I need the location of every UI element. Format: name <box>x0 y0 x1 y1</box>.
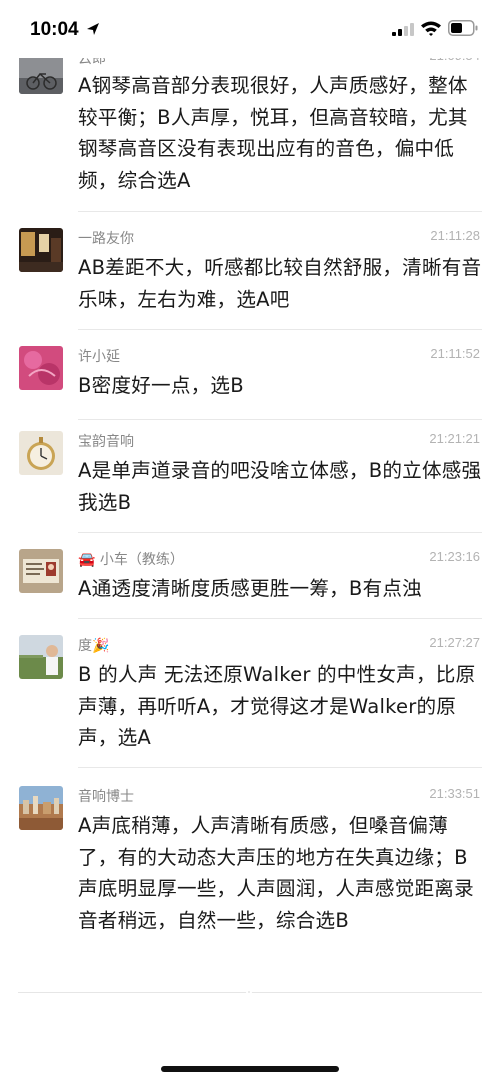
comment-feed: 云郎 21:09:54 A钢琴高音部分表现很好，人声质感好，整体较平衡；B人声厚… <box>0 0 500 1082</box>
comment-author[interactable]: 音响博士 <box>78 786 134 806</box>
avatar[interactable] <box>19 635 63 679</box>
comment-author[interactable]: 许小延 <box>78 346 120 366</box>
status-time: 10:04 <box>30 19 79 40</box>
avatar[interactable] <box>19 431 63 475</box>
end-of-list-dot <box>246 989 252 995</box>
comment-time: 21:27:27 <box>429 635 480 650</box>
status-bar: 10:04 <box>0 0 500 58</box>
comment-time: 21:11:28 <box>430 228 480 243</box>
avatar-photo-person-outdoor <box>19 635 63 679</box>
comment-time: 21:33:51 <box>429 786 480 801</box>
comment-text: A钢琴高音部分表现很好，人声质感好，整体较平衡；B人声厚，悦耳，但高音较暗，尤其… <box>78 74 468 192</box>
comment-author[interactable]: 🚘 小车（教练） <box>78 549 184 569</box>
comment-time: 21:11:52 <box>430 346 480 361</box>
comment-author[interactable]: 一路友你 <box>78 228 134 248</box>
comment-author[interactable]: 度🎉 <box>78 635 109 655</box>
location-arrow-icon <box>87 23 99 35</box>
divider <box>78 211 482 212</box>
comment-time: 21:23:16 <box>429 549 480 564</box>
avatar-photo-pink <box>19 346 63 390</box>
avatar[interactable] <box>19 549 63 593</box>
divider <box>78 532 482 533</box>
comment-text: A通透度清晰度质感更胜一筹，B有点浊 <box>78 577 422 600</box>
avatar-photo-id-card <box>19 549 63 593</box>
cellular-signal-icon <box>392 23 414 36</box>
battery-icon <box>448 20 478 36</box>
avatar[interactable] <box>19 786 63 830</box>
divider <box>78 419 482 420</box>
avatar[interactable] <box>19 228 63 272</box>
avatar-photo-room <box>19 228 63 272</box>
avatar-photo-pocket-watch <box>19 431 63 475</box>
divider <box>78 618 482 619</box>
avatar-photo-cityscape <box>19 786 63 830</box>
wifi-icon <box>421 21 441 36</box>
home-indicator[interactable] <box>161 1066 339 1072</box>
comment-text: AB差距不大，听感都比较自然舒服，清晰有音乐味，左右为难，选A吧 <box>78 256 482 311</box>
divider <box>78 329 482 330</box>
comment-text: A声底稍薄，人声清晰有质感，但嗓音偏薄了，有的大动态大声压的地方在失真边缘；B声… <box>78 814 474 932</box>
avatar[interactable] <box>19 346 63 390</box>
comment-text: A是单声道录音的吧没啥立体感，B的立体感强我选B <box>78 459 482 514</box>
comment-text: B密度好一点，选B <box>78 374 244 397</box>
comment-author[interactable]: 宝韵音响 <box>78 431 134 451</box>
divider <box>78 767 482 768</box>
comment-text: B 的人声 无法还原Walker 的中性女声，比原声薄，再听听A，才觉得这才是W… <box>78 663 476 749</box>
comment-time: 21:21:21 <box>429 431 480 446</box>
